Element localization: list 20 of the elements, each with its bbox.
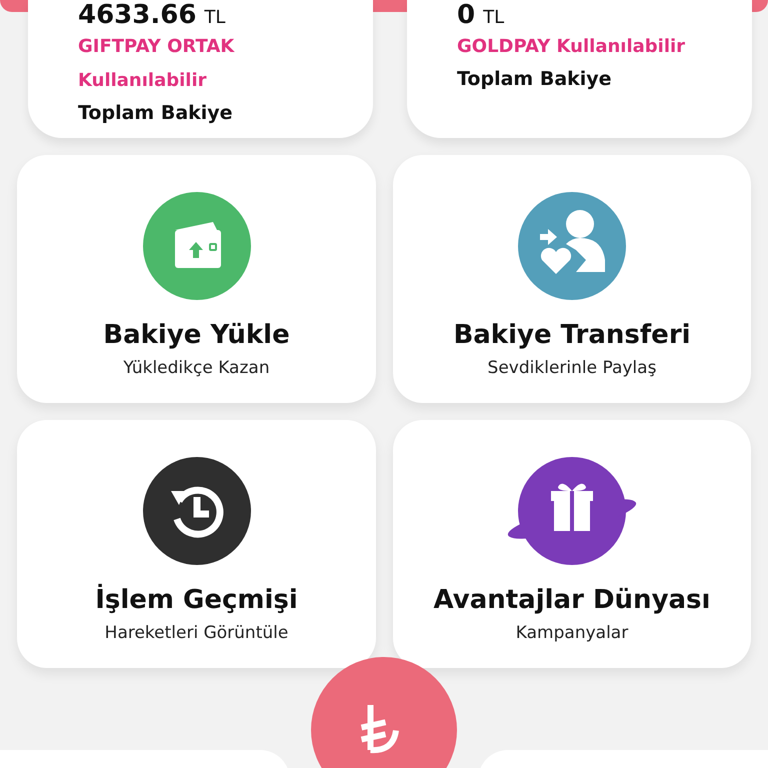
- action-title: İşlem Geçmişi: [95, 585, 298, 615]
- balance-caption: Toplam Bakiye: [78, 101, 234, 126]
- currency-label: TL: [483, 7, 504, 28]
- action-subtitle: Hareketleri Görüntüle: [104, 623, 288, 643]
- action-title: Bakiye Yükle: [103, 320, 290, 350]
- balance-label: GIFTPAY ORTAK Kullanılabilir: [78, 35, 236, 93]
- action-card[interactable]: İşlem Geçmişi Hareketleri Görüntüle: [17, 420, 376, 668]
- balance-amount: 0: [457, 0, 476, 30]
- currency-label: TL: [204, 7, 226, 28]
- action-title: Avantajlar Dünyası: [434, 585, 710, 615]
- action-title: Bakiye Transferi: [453, 320, 691, 350]
- balance-label: GOLDPAY Kullanılabilir: [457, 35, 686, 59]
- balance-amount: 4633.66: [78, 0, 196, 30]
- action-card[interactable]: Bakiye Transferi Sevdiklerinle Paylaş: [393, 155, 751, 403]
- action-subtitle: Yükledikçe Kazan: [123, 358, 270, 378]
- balance-caption: Toplam Bakiye: [457, 67, 613, 92]
- action-card[interactable]: Bakiye Yükle Yükledikçe Kazan: [17, 155, 376, 403]
- action-subtitle: Sevdiklerinle Paylaş: [488, 358, 656, 378]
- action-card[interactable]: Avantajlar Dünyası Kampanyalar: [393, 420, 751, 668]
- action-subtitle: Kampanyalar: [516, 623, 628, 643]
